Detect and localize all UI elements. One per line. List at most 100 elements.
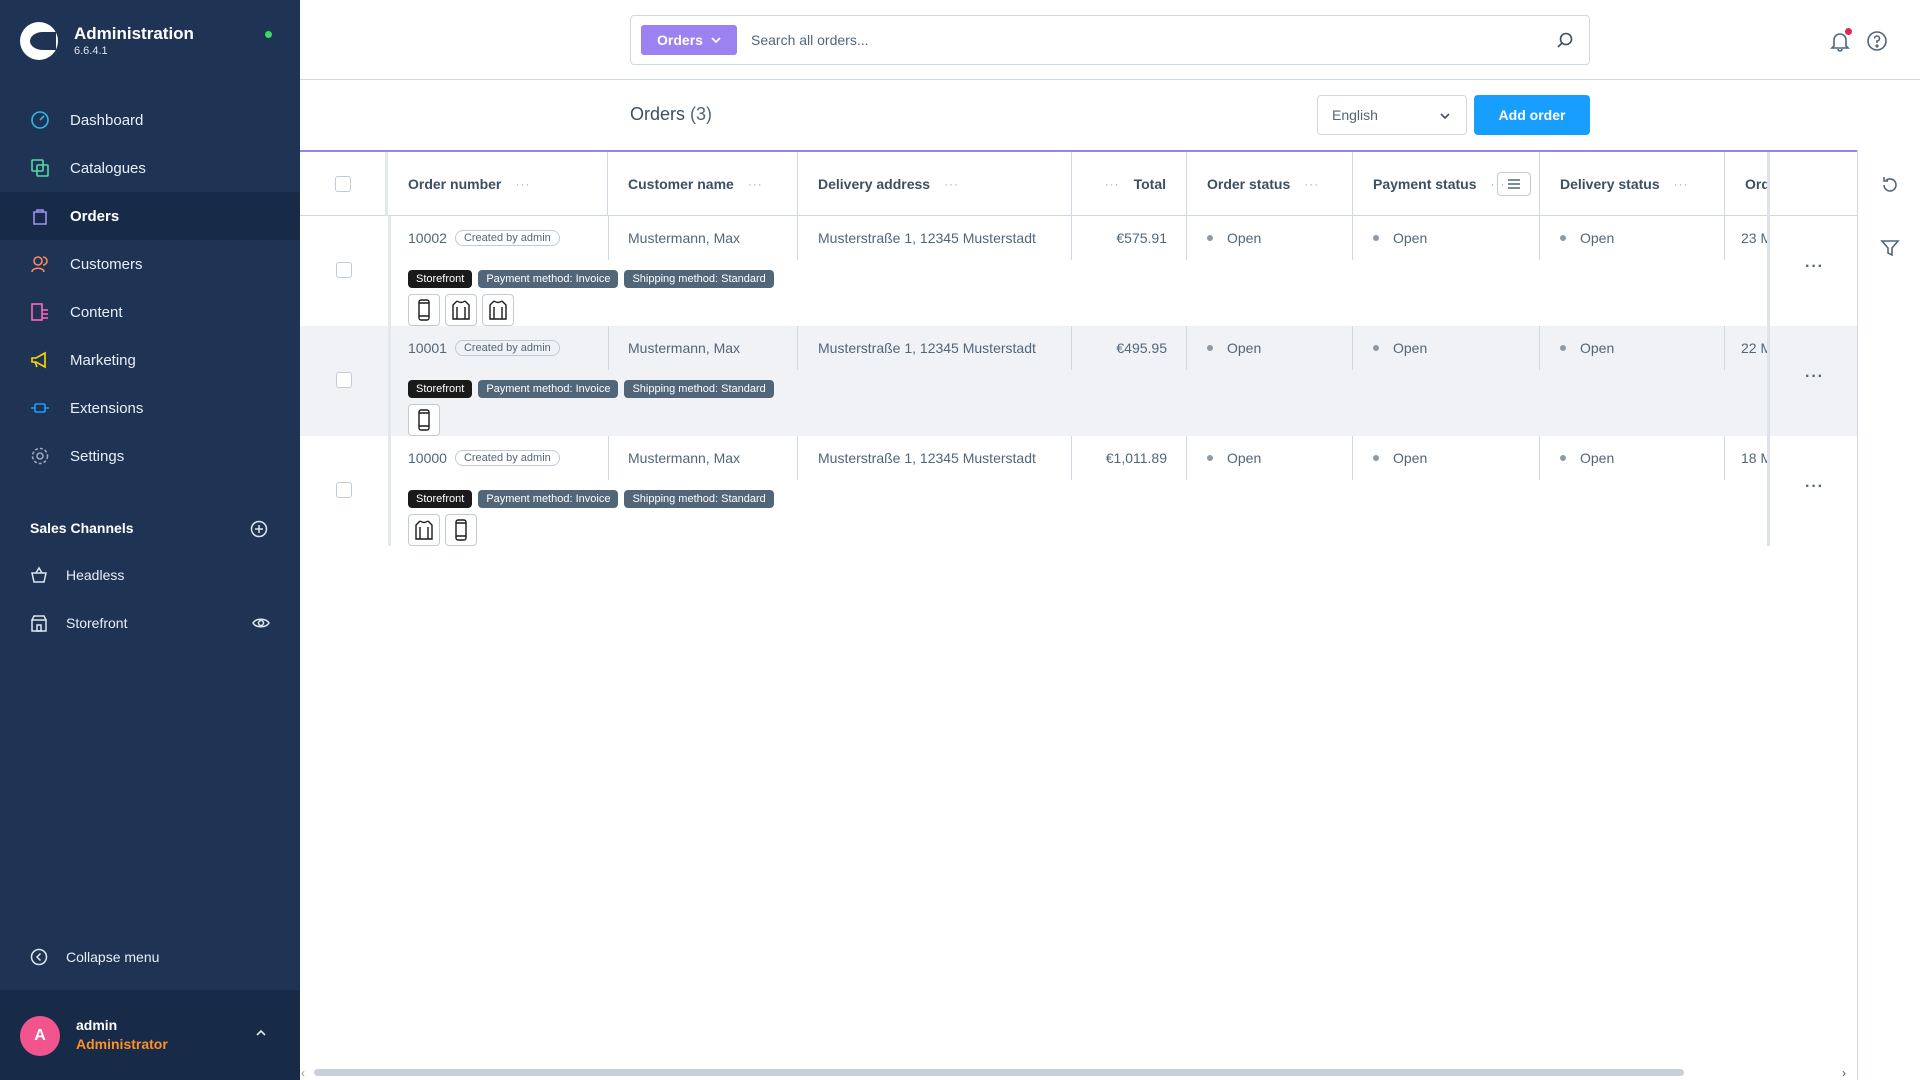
table-row[interactable]: 10000 Created by admin Mustermann, Max M… [300, 436, 1857, 546]
order-number-cell[interactable]: 10002 Created by admin [388, 216, 608, 260]
nav-item-orders[interactable]: Orders [0, 192, 300, 240]
column-menu-icon[interactable]: ··· [944, 177, 959, 191]
order-number[interactable]: 10001 [408, 340, 447, 356]
user-bar[interactable]: A admin Administrator [0, 990, 300, 1080]
page-title-text: Orders [630, 104, 686, 124]
nav-item-marketing[interactable]: Marketing [0, 336, 300, 384]
search-input[interactable] [751, 28, 1531, 52]
column-header-total[interactable]: ··· Total [1072, 152, 1187, 216]
nav-item-catalogues[interactable]: Catalogues [0, 144, 300, 192]
scroll-left-arrow[interactable]: ‹ [301, 1066, 305, 1080]
column-header-order-date[interactable]: Order date [1725, 152, 1770, 216]
column-menu-icon[interactable]: ··· [1674, 177, 1689, 191]
delivery-status-cell: Open [1540, 436, 1725, 480]
chevron-down-icon [711, 37, 721, 44]
grid-header: Order number ··· Customer name ··· Deliver… [300, 150, 1857, 216]
chevron-up-icon[interactable] [255, 1026, 267, 1038]
row-checkbox[interactable] [336, 482, 352, 498]
sales-channel-storefront[interactable]: Storefront [0, 603, 300, 643]
avatar: A [20, 1016, 60, 1056]
column-menu-icon[interactable]: ··· [1105, 177, 1120, 191]
column-header-delivery-address[interactable]: Delivery address ··· [798, 152, 1072, 216]
status-text: Open [1393, 340, 1428, 356]
refresh-icon[interactable] [1880, 175, 1900, 195]
customer-name-cell: Mustermann, Max [628, 230, 741, 246]
search-type-button[interactable]: Orders [641, 25, 737, 55]
app-version: 6.6.4.1 [74, 45, 108, 57]
user-name: admin [76, 1017, 118, 1033]
main-nav: Dashboard Catalogues Orders Customers Co… [0, 96, 300, 480]
row-actions-icon[interactable]: ··· [1805, 259, 1824, 275]
scroll-right-arrow[interactable]: › [1842, 1066, 1846, 1080]
order-number[interactable]: 10002 [408, 230, 447, 246]
language-select[interactable]: English [1317, 95, 1467, 135]
column-label: Delivery address [818, 176, 931, 192]
nav-item-extensions[interactable]: Extensions [0, 384, 300, 432]
search-icon[interactable] [1556, 31, 1574, 49]
tag: Shipping method: Standard [624, 380, 774, 398]
add-sales-channel-icon[interactable] [250, 520, 268, 538]
total-cell: €575.91 [1116, 230, 1167, 246]
select-all-checkbox[interactable] [334, 176, 351, 192]
phone-icon[interactable] [408, 404, 440, 436]
customers-icon [30, 254, 50, 274]
nav-item-dashboard[interactable]: Dashboard [0, 96, 300, 144]
customer-name-cell: Mustermann, Max [628, 450, 741, 466]
row-checkbox[interactable] [336, 372, 352, 388]
nav-item-content[interactable]: Content [0, 288, 300, 336]
phone-icon[interactable] [408, 294, 440, 326]
phone-icon[interactable] [445, 514, 477, 546]
sales-channel-headless[interactable]: Headless [0, 555, 300, 595]
notification-badge [1845, 28, 1852, 35]
help-icon[interactable] [1866, 30, 1888, 52]
column-menu-icon[interactable]: ··· [1304, 177, 1319, 191]
horizontal-scrollbar[interactable] [314, 1069, 1684, 1076]
filter-icon[interactable] [1880, 238, 1900, 258]
status-dot [1207, 235, 1213, 241]
grid-settings-button[interactable] [1497, 172, 1531, 196]
column-header-order-status[interactable]: Order status ··· [1187, 152, 1353, 216]
column-menu-icon[interactable]: ··· [515, 177, 530, 191]
order-number-cell[interactable]: 10000 Created by admin [388, 436, 608, 480]
collapse-menu[interactable]: Collapse menu [30, 948, 159, 966]
table-row[interactable]: 10002 Created by admin Mustermann, Max M… [300, 216, 1857, 326]
order-date-cell: 18 M [1741, 450, 1767, 466]
product-thumbnails [408, 404, 440, 436]
column-header-customer-name[interactable]: Customer name ··· [608, 152, 798, 216]
eye-icon[interactable] [252, 615, 270, 631]
shirt-icon[interactable] [482, 294, 514, 326]
nav-item-customers[interactable]: Customers [0, 240, 300, 288]
shirt-icon[interactable] [408, 514, 440, 546]
row-actions-icon[interactable]: ··· [1805, 479, 1824, 495]
customer-name-cell: Mustermann, Max [628, 340, 741, 356]
column-menu-icon[interactable]: ··· [748, 177, 763, 191]
sales-channel-label: Headless [66, 567, 125, 583]
delivery-address-cell: Musterstraße 1, 12345 Musterstadt [818, 450, 1036, 466]
order-number-cell[interactable]: 10001 Created by admin [388, 326, 608, 370]
catalogues-icon [30, 158, 50, 178]
sidebar: Administration 6.6.4.1 Dashboard Catalog… [0, 0, 300, 1080]
nav-item-settings[interactable]: Settings [0, 432, 300, 480]
row-actions-icon[interactable]: ··· [1805, 369, 1824, 385]
order-status-cell: Open [1187, 436, 1353, 480]
status-text: Open [1580, 450, 1615, 466]
order-status-cell: Open [1187, 326, 1353, 370]
created-by-badge: Created by admin [454, 230, 560, 246]
table-row[interactable]: 10001 Created by admin Mustermann, Max M… [300, 326, 1857, 436]
tag: Shipping method: Standard [624, 490, 774, 508]
column-header-order-number[interactable]: Order number ··· [388, 152, 608, 216]
status-dot [1207, 455, 1213, 461]
payment-status-cell: Open [1353, 216, 1540, 260]
global-search: Orders [630, 15, 1590, 65]
order-number[interactable]: 10000 [408, 450, 447, 466]
column-label: Order date [1745, 176, 1770, 192]
brand[interactable]: Administration 6.6.4.1 [20, 22, 194, 60]
sales-channels-title: Sales Channels [30, 520, 134, 536]
status-text: Open [1580, 230, 1615, 246]
nav-label: Customers [70, 255, 143, 273]
row-checkbox[interactable] [336, 262, 352, 278]
shirt-icon[interactable] [445, 294, 477, 326]
column-header-delivery-status[interactable]: Delivery status ··· [1540, 152, 1725, 216]
add-order-button[interactable]: Add order [1474, 95, 1590, 135]
column-label: Total [1133, 176, 1166, 192]
